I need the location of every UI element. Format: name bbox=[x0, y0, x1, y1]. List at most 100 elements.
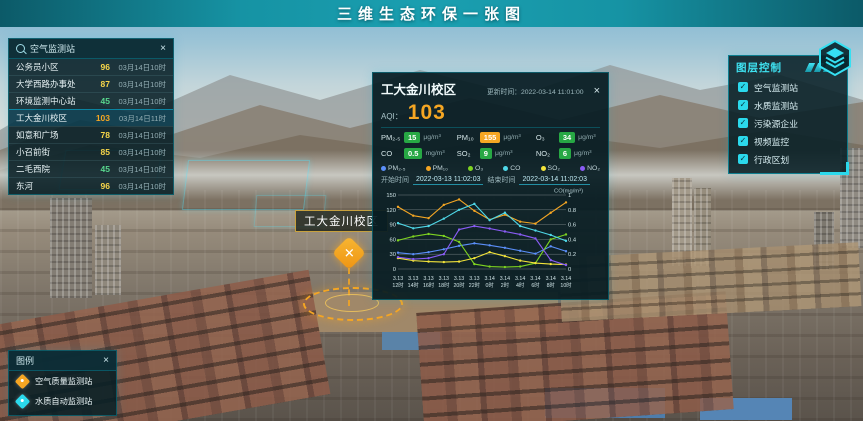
station-aqi-value: 78 bbox=[88, 130, 110, 140]
building bbox=[95, 225, 121, 295]
layers-icon[interactable] bbox=[816, 39, 854, 77]
marker-ground-ring-inner bbox=[325, 294, 379, 312]
start-time-label: 开始时间 bbox=[381, 175, 409, 185]
station-aqi-value: 103 bbox=[88, 113, 110, 123]
station-aqi-value: 87 bbox=[88, 79, 110, 89]
pollutant-value-badge: 34 bbox=[559, 132, 575, 143]
pollutant-trend-chart: 030609012015000.20.40.60.81CO(mg/m³)3.13… bbox=[381, 187, 600, 293]
legend-item[interactable]: PM₂.₅ bbox=[381, 165, 405, 172]
layer-item[interactable]: ✓ 行政区划 bbox=[729, 150, 847, 168]
svg-text:3.13: 3.13 bbox=[423, 276, 433, 282]
svg-text:10时: 10时 bbox=[560, 281, 572, 289]
pollutant-grid: PM₂.₅ 15 μg/m³ PM₁₀ 155 μg/m³ O₃ 34 μg/m… bbox=[381, 132, 600, 159]
svg-text:14时: 14时 bbox=[408, 281, 420, 289]
checkbox-icon[interactable]: ✓ bbox=[738, 118, 748, 128]
close-icon[interactable]: × bbox=[103, 356, 109, 366]
svg-text:2时: 2时 bbox=[501, 281, 510, 289]
station-row[interactable]: 小召前街 85 03月14日10时 bbox=[9, 143, 173, 160]
svg-text:3.14: 3.14 bbox=[484, 276, 494, 282]
station-aqi-value: 96 bbox=[88, 181, 110, 191]
app-header: 三维生态环保一张图 bbox=[0, 0, 863, 27]
aqi-label: AQI： bbox=[381, 111, 403, 122]
close-icon[interactable]: × bbox=[160, 44, 166, 54]
station-panel-header: 空气监测站 × bbox=[9, 39, 173, 59]
legend-item[interactable]: CO bbox=[503, 165, 520, 172]
svg-text:0: 0 bbox=[568, 267, 571, 273]
svg-text:0.2: 0.2 bbox=[568, 252, 576, 258]
svg-text:3.14: 3.14 bbox=[515, 276, 525, 282]
svg-text:16时: 16时 bbox=[423, 281, 435, 289]
end-time-input[interactable]: 2022-03-14 11:02:03 bbox=[519, 176, 589, 185]
building bbox=[50, 198, 92, 298]
pollutant-value-badge: 15 bbox=[404, 132, 420, 143]
svg-text:0: 0 bbox=[393, 267, 396, 273]
svg-text:3.13: 3.13 bbox=[408, 276, 418, 282]
station-update-time: 03月14日10时 bbox=[110, 147, 166, 158]
legend-rows: ● 空气质量监测站 ● 水质自动监测站 bbox=[9, 371, 116, 411]
svg-text:3.14: 3.14 bbox=[546, 276, 556, 282]
popup-header: 工大金川校区 更新时间：2022-03-14 11:01:00 × bbox=[381, 79, 600, 98]
station-marker-icon: ● bbox=[15, 393, 31, 409]
svg-text:0.6: 0.6 bbox=[568, 223, 576, 229]
legend-dot bbox=[468, 166, 473, 171]
station-panel-title: 空气监测站 bbox=[30, 42, 155, 55]
svg-text:20时: 20时 bbox=[453, 281, 465, 289]
layer-item[interactable]: ✓ 水质监测站 bbox=[729, 96, 847, 114]
station-update-time: 03月14日10时 bbox=[110, 130, 166, 141]
legend-dot bbox=[426, 166, 431, 171]
pollutant-value-badge: 155 bbox=[480, 132, 501, 143]
station-row[interactable]: 公务员小区 96 03月14日10时 bbox=[9, 59, 173, 75]
time-range-row: 开始时间 2022-03-13 11:02:03 结束时间 2022-03-14… bbox=[381, 175, 600, 185]
station-marker-icon: ● bbox=[15, 373, 31, 389]
aqi-value: 103 bbox=[408, 101, 446, 125]
legend-dot bbox=[381, 166, 386, 171]
svg-text:150: 150 bbox=[386, 193, 396, 199]
svg-text:3.13: 3.13 bbox=[393, 276, 403, 282]
checkbox-icon[interactable]: ✓ bbox=[738, 136, 748, 146]
station-row[interactable]: 东河 96 03月14日10时 bbox=[9, 177, 173, 194]
svg-text:90: 90 bbox=[390, 223, 396, 229]
update-time: 更新时间：2022-03-14 11:01:00 bbox=[462, 86, 584, 96]
station-update-time: 03月14日10时 bbox=[110, 96, 166, 107]
legend-item[interactable]: PM₁₀ bbox=[426, 165, 448, 172]
station-rows: 公务员小区 96 03月14日10时 大学西路办事处 87 03月14日10时 … bbox=[9, 59, 173, 194]
legend-item: ● 空气质量监测站 bbox=[9, 371, 116, 391]
start-time-input[interactable]: 2022-03-13 11:02:03 bbox=[413, 176, 483, 185]
checkbox-icon[interactable]: ✓ bbox=[738, 82, 748, 92]
station-aqi-value: 85 bbox=[88, 147, 110, 157]
station-update-time: 03月14日11时 bbox=[110, 113, 166, 124]
layer-item[interactable]: ✓ 空气监测站 bbox=[729, 78, 847, 96]
chart-legend: PM₂.₅ PM₁₀ O₃ CO SO₂ NO₂ bbox=[381, 165, 600, 172]
svg-text:0时: 0时 bbox=[486, 281, 495, 289]
svg-text:3.13: 3.13 bbox=[469, 276, 479, 282]
layer-item[interactable]: ✓ 视频监控 bbox=[729, 132, 847, 150]
station-update-time: 03月14日10时 bbox=[110, 164, 166, 175]
checkbox-icon[interactable]: ✓ bbox=[738, 154, 748, 164]
svg-text:3.13: 3.13 bbox=[454, 276, 464, 282]
legend-dot bbox=[541, 166, 546, 171]
layer-panel-title: 图层控制 bbox=[736, 60, 807, 75]
svg-text:3.13: 3.13 bbox=[439, 276, 449, 282]
station-row[interactable]: 如意和广场 78 03月14日10时 bbox=[9, 126, 173, 143]
station-row[interactable]: 工大金川校区 103 03月14日11时 bbox=[9, 109, 173, 126]
legend-item[interactable]: O₃ bbox=[468, 165, 483, 172]
legend-item[interactable]: NO₂ bbox=[580, 165, 600, 172]
svg-text:22时: 22时 bbox=[469, 281, 481, 289]
station-row[interactable]: 大学西路办事处 87 03月14日10时 bbox=[9, 75, 173, 92]
pollutant-value-badge: 9 bbox=[480, 148, 492, 159]
legend-dot bbox=[580, 166, 585, 171]
3d-map-app: 三维生态环保一张图 空气监测站 × 公务员小区 96 03月14日10时 大学西… bbox=[0, 0, 863, 421]
svg-text:18时: 18时 bbox=[438, 281, 450, 289]
layer-item[interactable]: ✓ 污染源企业 bbox=[729, 114, 847, 132]
search-icon[interactable] bbox=[16, 44, 25, 53]
close-icon[interactable]: × bbox=[594, 85, 600, 97]
station-list-panel: 空气监测站 × 公务员小区 96 03月14日10时 大学西路办事处 87 03… bbox=[8, 38, 174, 195]
legend-item[interactable]: SO₂ bbox=[541, 165, 560, 172]
legend-dot bbox=[503, 166, 508, 171]
svg-text:0.4: 0.4 bbox=[568, 237, 577, 243]
station-row[interactable]: 环境监测中心站 45 03月14日10时 bbox=[9, 92, 173, 109]
svg-text:3.14: 3.14 bbox=[561, 276, 571, 282]
checkbox-icon[interactable]: ✓ bbox=[738, 100, 748, 110]
station-row[interactable]: 二毛西院 45 03月14日10时 bbox=[9, 160, 173, 177]
svg-text:CO(mg/m³): CO(mg/m³) bbox=[554, 189, 583, 195]
